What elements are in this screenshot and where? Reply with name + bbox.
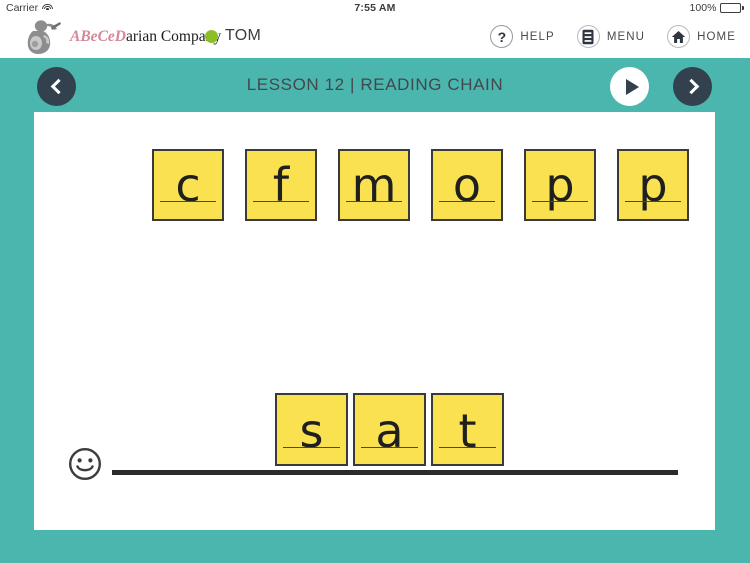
home-label: HOME: [697, 30, 736, 43]
abecedarian-logo-icon: [27, 20, 61, 54]
menu-list-icon: [576, 25, 600, 48]
battery-percent-label: 100%: [689, 2, 717, 14]
brand-letter-a: A: [70, 28, 81, 45]
help-label: HELP: [520, 30, 555, 43]
home-icon: [667, 25, 691, 48]
ios-status-bar: Carrier 7:55 AM 100%: [0, 0, 750, 16]
letter-tile[interactable]: m: [338, 149, 410, 221]
user-name-label: TOM: [225, 27, 262, 44]
tile-baseline: [283, 447, 340, 448]
battery-full-icon: [720, 3, 744, 13]
letter-tile[interactable]: p: [617, 149, 689, 221]
status-bar-right: 100%: [690, 2, 744, 14]
question-mark-icon: ?: [490, 25, 514, 48]
letter-tile[interactable]: a: [353, 393, 426, 466]
chevron-right-icon: [683, 78, 699, 95]
writing-line: [112, 470, 678, 475]
previous-button[interactable]: [37, 67, 76, 106]
header-actions: ? HELP MENU HOME: [490, 25, 736, 48]
activity-card: c f m o p p s a t: [34, 112, 715, 530]
home-button[interactable]: HOME: [667, 25, 736, 48]
letter-tile-row-top: c f m o p p: [152, 149, 689, 221]
tile-baseline: [253, 201, 309, 202]
brand-letter-ce: Ce: [97, 28, 115, 45]
menu-button[interactable]: MENU: [576, 25, 646, 48]
user-indicator[interactable]: TOM: [205, 27, 261, 45]
letter-tile-row-bottom: s a t: [275, 393, 504, 466]
menu-label: MENU: [606, 30, 646, 43]
tile-baseline: [439, 201, 495, 202]
brand-logo[interactable]: ABeCeDarian Company: [24, 18, 221, 56]
tile-baseline: [439, 447, 496, 448]
tile-baseline: [361, 447, 418, 448]
status-bar-clock: 7:55 AM: [354, 2, 396, 14]
brand-letter-be: Be: [80, 28, 98, 45]
tile-baseline: [625, 201, 681, 202]
app-root: Carrier 7:55 AM 100% ABeCeDarian Company…: [0, 0, 750, 563]
next-button[interactable]: [673, 67, 712, 106]
tile-baseline: [346, 201, 402, 202]
status-dot-icon: [205, 29, 218, 43]
smiley-face-icon[interactable]: [68, 447, 102, 481]
letter-tile[interactable]: s: [275, 393, 348, 466]
letter-tile[interactable]: o: [431, 149, 503, 221]
help-button[interactable]: ? HELP: [490, 25, 554, 48]
app-header: ABeCeDarian Company TOM ? HELP MENU HOME: [0, 16, 750, 58]
tile-baseline: [532, 201, 588, 202]
letter-tile[interactable]: p: [524, 149, 596, 221]
letter-tile[interactable]: c: [152, 149, 224, 221]
letter-tile[interactable]: f: [245, 149, 317, 221]
brand-letter-d: D: [114, 28, 126, 45]
tile-baseline: [160, 201, 216, 202]
bottom-word-value: sat: [34, 112, 35, 113]
brand-name: ABeCeDarian Company: [70, 28, 221, 46]
play-audio-button[interactable]: [610, 67, 649, 106]
chevron-left-icon: [50, 78, 66, 95]
play-icon: [625, 78, 639, 95]
letter-tile[interactable]: t: [431, 393, 504, 466]
